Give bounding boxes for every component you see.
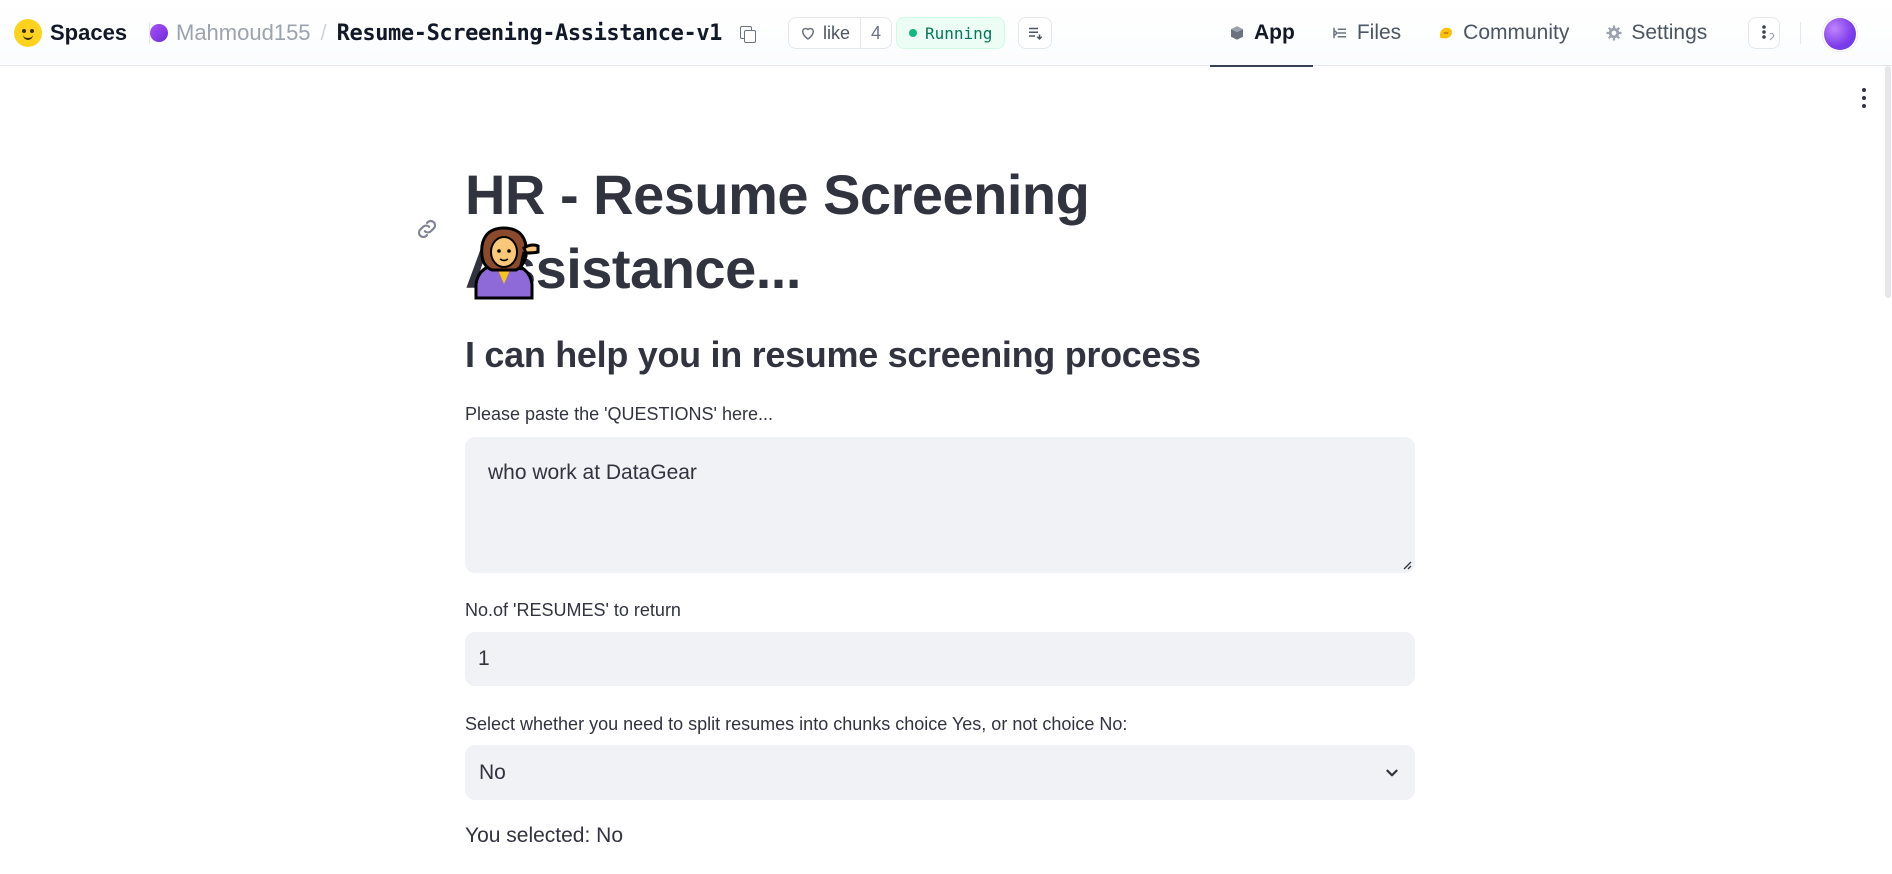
tab-app-label: App — [1254, 21, 1295, 44]
user-avatar[interactable] — [1822, 16, 1858, 52]
split-resumes-select[interactable]: No — [465, 745, 1415, 800]
space-tabs: App Files Community Settings — [1210, 0, 1725, 67]
app-menu-kebab-icon[interactable] — [1854, 86, 1874, 110]
like-label: like — [823, 22, 851, 43]
resumes-count-value: 1 — [478, 647, 490, 670]
questions-label: Please paste the 'QUESTIONS' here... — [465, 404, 774, 424]
selection-result-text: You selected: No — [465, 824, 624, 847]
page-title: HR - Resume Screening Assistance... — [465, 163, 1090, 300]
spaces-brand[interactable]: Spaces — [14, 0, 151, 66]
owner-avatar — [150, 24, 168, 42]
more-vertical-icon — [1762, 25, 1775, 41]
resumes-count-input[interactable]: 1 — [465, 632, 1415, 686]
split-select-label: Select whether you need to split resumes… — [465, 714, 1128, 734]
repo-name-link[interactable]: Resume-Screening-Assistance-v1 — [337, 21, 723, 46]
questions-textarea[interactable]: who work at DataGear — [465, 437, 1415, 573]
tab-app[interactable]: App — [1210, 0, 1313, 67]
tab-community[interactable]: Community — [1419, 0, 1587, 66]
page-subtitle: I can help you in resume screening proce… — [465, 334, 1201, 375]
tab-community-label: Community — [1463, 21, 1570, 44]
resize-grip-icon[interactable] — [1400, 558, 1412, 570]
tab-files[interactable]: Files — [1313, 0, 1419, 66]
hugging-face-logo-icon — [14, 19, 42, 47]
tab-settings[interactable]: Settings — [1587, 0, 1725, 66]
like-count[interactable]: 4 — [861, 23, 891, 44]
files-icon — [1333, 27, 1346, 39]
status-dot-icon — [909, 29, 917, 37]
woman-tipping-hand-emoji-icon — [474, 226, 540, 300]
tab-files-label: Files — [1356, 21, 1402, 44]
resumes-count-label: No.of 'RESUMES' to return — [465, 600, 681, 620]
more-options-button[interactable] — [1748, 17, 1780, 49]
chevron-down-icon — [1386, 769, 1398, 776]
page-scrollbar[interactable] — [1884, 66, 1892, 874]
header-divider — [1800, 22, 1801, 44]
breadcrumb-separator: / — [320, 20, 327, 45]
logs-icon — [1029, 27, 1043, 41]
questions-value: who work at DataGear — [488, 461, 697, 484]
community-icon — [1440, 27, 1453, 39]
link-anchor-icon[interactable] — [414, 216, 440, 242]
owner-link[interactable]: Mahmoud155 — [176, 20, 311, 46]
status-label: Running — [925, 23, 993, 43]
copy-icon[interactable] — [738, 24, 757, 43]
gear-icon — [1606, 25, 1622, 41]
logs-button[interactable] — [1018, 17, 1052, 49]
heart-icon — [801, 27, 815, 40]
tab-settings-label: Settings — [1631, 21, 1708, 44]
top-header: Spaces Mahmoud155 / Resume-Screening-Ass… — [0, 0, 1892, 67]
split-select-value: No — [479, 760, 506, 784]
cube-icon — [1231, 26, 1243, 40]
like-button[interactable]: like 4 — [788, 17, 893, 49]
repo-breadcrumb: Mahmoud155 / Resume-Screening-Assistance… — [150, 0, 757, 66]
brand-label: Spaces — [50, 20, 128, 45]
running-status-badge[interactable]: Running — [896, 17, 1006, 49]
